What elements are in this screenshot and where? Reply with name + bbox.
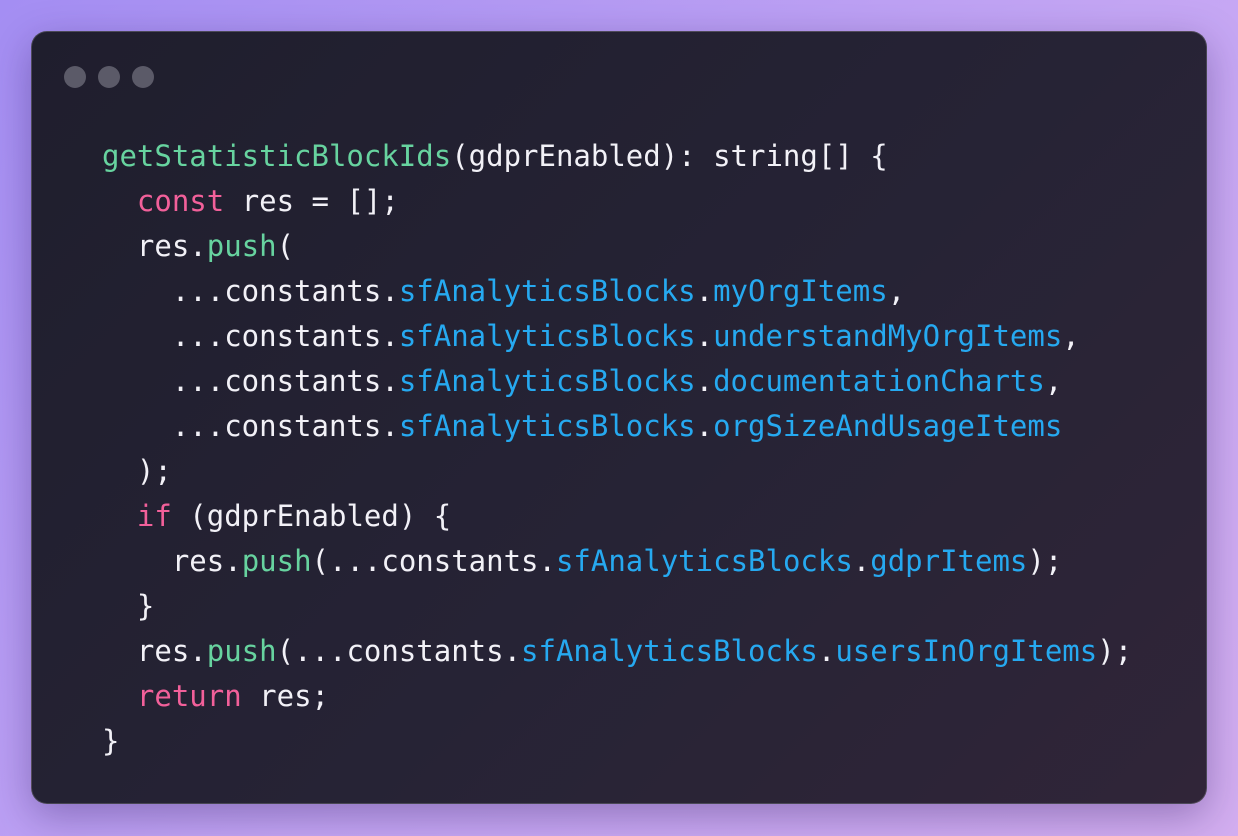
code-token: if [136, 499, 172, 533]
code-line: return res; [102, 674, 1132, 719]
close-dot[interactable] [64, 66, 86, 88]
code-token: getStatisticBlockIds [102, 139, 452, 173]
code-line: } [102, 719, 1132, 764]
code-token: res; [241, 679, 329, 713]
code-token: sfAnalyticsBlocks [398, 409, 696, 443]
code-token: (...constants. [311, 544, 556, 578]
code-token: push [241, 544, 312, 578]
code-token: ...constants. [102, 319, 399, 353]
code-line: ...constants.sfAnalyticsBlocks.myOrgItem… [102, 269, 1132, 314]
code-token: . [817, 634, 836, 668]
code-line: getStatisticBlockIds(gdprEnabled): strin… [102, 134, 1132, 179]
code-token: . [695, 409, 714, 443]
code-token: , [1044, 364, 1063, 398]
code-block: getStatisticBlockIds(gdprEnabled): strin… [102, 134, 1132, 764]
code-token: push [206, 229, 277, 263]
code-token: res. [102, 544, 242, 578]
code-token: return [136, 679, 242, 713]
code-token: ); [1097, 634, 1133, 668]
code-token: ...constants. [102, 274, 399, 308]
code-token: res. [102, 634, 207, 668]
code-token: } [102, 724, 120, 758]
code-token: . [695, 364, 714, 398]
code-token: understandMyOrgItems [713, 319, 1063, 353]
code-token: const [136, 184, 225, 218]
code-token: (...constants. [276, 634, 522, 668]
window-controls [64, 66, 154, 88]
code-token: push [206, 634, 277, 668]
code-line: res.push( [102, 224, 1132, 269]
code-token: ); [102, 454, 172, 488]
code-token: ); [1027, 544, 1063, 578]
code-token: . [852, 544, 871, 578]
code-token: (gdprEnabled): string[] { [451, 139, 888, 173]
code-token: myOrgItems [713, 274, 888, 308]
code-line: res.push(...constants.sfAnalyticsBlocks.… [102, 539, 1132, 584]
code-token: usersInOrgItems [835, 634, 1098, 668]
code-line: ...constants.sfAnalyticsBlocks.understan… [102, 314, 1132, 359]
code-token: ...constants. [102, 364, 399, 398]
code-token: ...constants. [102, 409, 399, 443]
code-line: ...constants.sfAnalyticsBlocks.orgSizeAn… [102, 404, 1132, 449]
code-line: ...constants.sfAnalyticsBlocks.documenta… [102, 359, 1132, 404]
code-token: gdprItems [870, 544, 1028, 578]
code-line: res.push(...constants.sfAnalyticsBlocks.… [102, 629, 1132, 674]
code-token: . [695, 274, 714, 308]
code-token: sfAnalyticsBlocks [555, 544, 853, 578]
code-token: } [102, 589, 155, 623]
code-token: res = []; [224, 184, 399, 218]
code-token: res. [102, 229, 207, 263]
code-token: sfAnalyticsBlocks [398, 274, 696, 308]
code-token: ( [276, 229, 295, 263]
code-line: const res = []; [102, 179, 1132, 224]
code-window: getStatisticBlockIds(gdprEnabled): strin… [31, 31, 1207, 804]
code-token: documentationCharts [713, 364, 1045, 398]
code-line: } [102, 584, 1132, 629]
code-token: , [1062, 319, 1080, 353]
code-token: , [887, 274, 906, 308]
code-token: (gdprEnabled) { [171, 499, 452, 533]
maximize-dot[interactable] [132, 66, 154, 88]
code-token: orgSizeAndUsageItems [713, 409, 1063, 443]
code-token: . [695, 319, 714, 353]
minimize-dot[interactable] [98, 66, 120, 88]
code-token: sfAnalyticsBlocks [398, 319, 696, 353]
code-token: sfAnalyticsBlocks [398, 364, 696, 398]
code-line: ); [102, 449, 1132, 494]
code-line: if (gdprEnabled) { [102, 494, 1132, 539]
code-token: sfAnalyticsBlocks [521, 634, 818, 668]
